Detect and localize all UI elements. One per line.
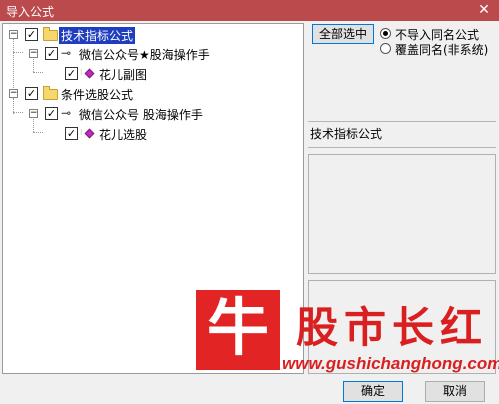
formula-icon (84, 68, 95, 79)
section-label: 技术指标公式 (310, 127, 383, 141)
divider (308, 121, 496, 122)
close-icon[interactable]: ✕ (469, 0, 499, 21)
watermark-name: 股市长红 (296, 303, 489, 352)
tree-item-author-1[interactable]: − ✓ ⊸ 微信公众号★股海操作手 (3, 45, 303, 63)
select-all-button[interactable]: 全部选中 (312, 24, 374, 44)
window-title: 导入公式 (6, 5, 55, 19)
tree-item-screen-formulas[interactable]: − ✓ 条件选股公式 (3, 85, 303, 103)
tree-item-formula[interactable]: ✓ ⁝ 花儿副图 (3, 65, 303, 83)
cancel-button[interactable]: 取消 (425, 381, 485, 402)
tree-item-author-2[interactable]: − ✓ ⊸ 微信公众号 股海操作手 (3, 105, 303, 123)
collapse-icon[interactable]: − (9, 30, 18, 39)
formula-dots-icon: ⁝ (80, 68, 82, 77)
checkbox[interactable]: ✓ (45, 107, 58, 120)
watermark-url: www.gushichanghong.com (282, 354, 499, 373)
divider (308, 147, 496, 148)
tree-item-label[interactable]: 花儿选股 (99, 126, 147, 143)
collapse-icon[interactable]: − (29, 109, 38, 118)
tree-item-tech-formulas[interactable]: − ✓ 技术指标公式 (3, 26, 303, 44)
radio-overwrite[interactable] (380, 43, 391, 54)
tree-item-formula[interactable]: ✓ ⁝ 花儿选股 (3, 125, 303, 143)
watermark-logo-char: 牛 (206, 291, 269, 364)
radio-skip-duplicates[interactable] (380, 28, 391, 39)
checkbox[interactable]: ✓ (25, 28, 38, 41)
key-icon: ⊸ (61, 46, 72, 60)
radio-overwrite-label[interactable]: 覆盖同名(非系统) (395, 41, 488, 58)
formula-icon (84, 128, 95, 139)
formula-description-box (308, 154, 496, 274)
folder-icon (43, 86, 58, 100)
collapse-icon[interactable]: − (9, 89, 18, 98)
tree-item-label[interactable]: 微信公众号★股海操作手 (79, 46, 210, 63)
ok-button[interactable]: 确定 (343, 381, 403, 402)
collapse-icon[interactable]: − (29, 49, 38, 58)
checkbox[interactable]: ✓ (45, 47, 58, 60)
tree-item-label[interactable]: 微信公众号 股海操作手 (79, 106, 203, 123)
folder-icon (43, 27, 58, 41)
checkbox[interactable]: ✓ (65, 127, 78, 140)
key-icon: ⊸ (61, 106, 72, 120)
tree-item-label[interactable]: 技术指标公式 (59, 27, 136, 44)
tree-item-label[interactable]: 条件选股公式 (61, 86, 133, 103)
formula-dots-icon: ⁝ (80, 128, 82, 137)
checkbox[interactable]: ✓ (65, 67, 78, 80)
checkbox[interactable]: ✓ (25, 87, 38, 100)
tree-item-label[interactable]: 花儿副图 (99, 66, 147, 83)
title-bar: 导入公式 ✕ (0, 0, 499, 21)
